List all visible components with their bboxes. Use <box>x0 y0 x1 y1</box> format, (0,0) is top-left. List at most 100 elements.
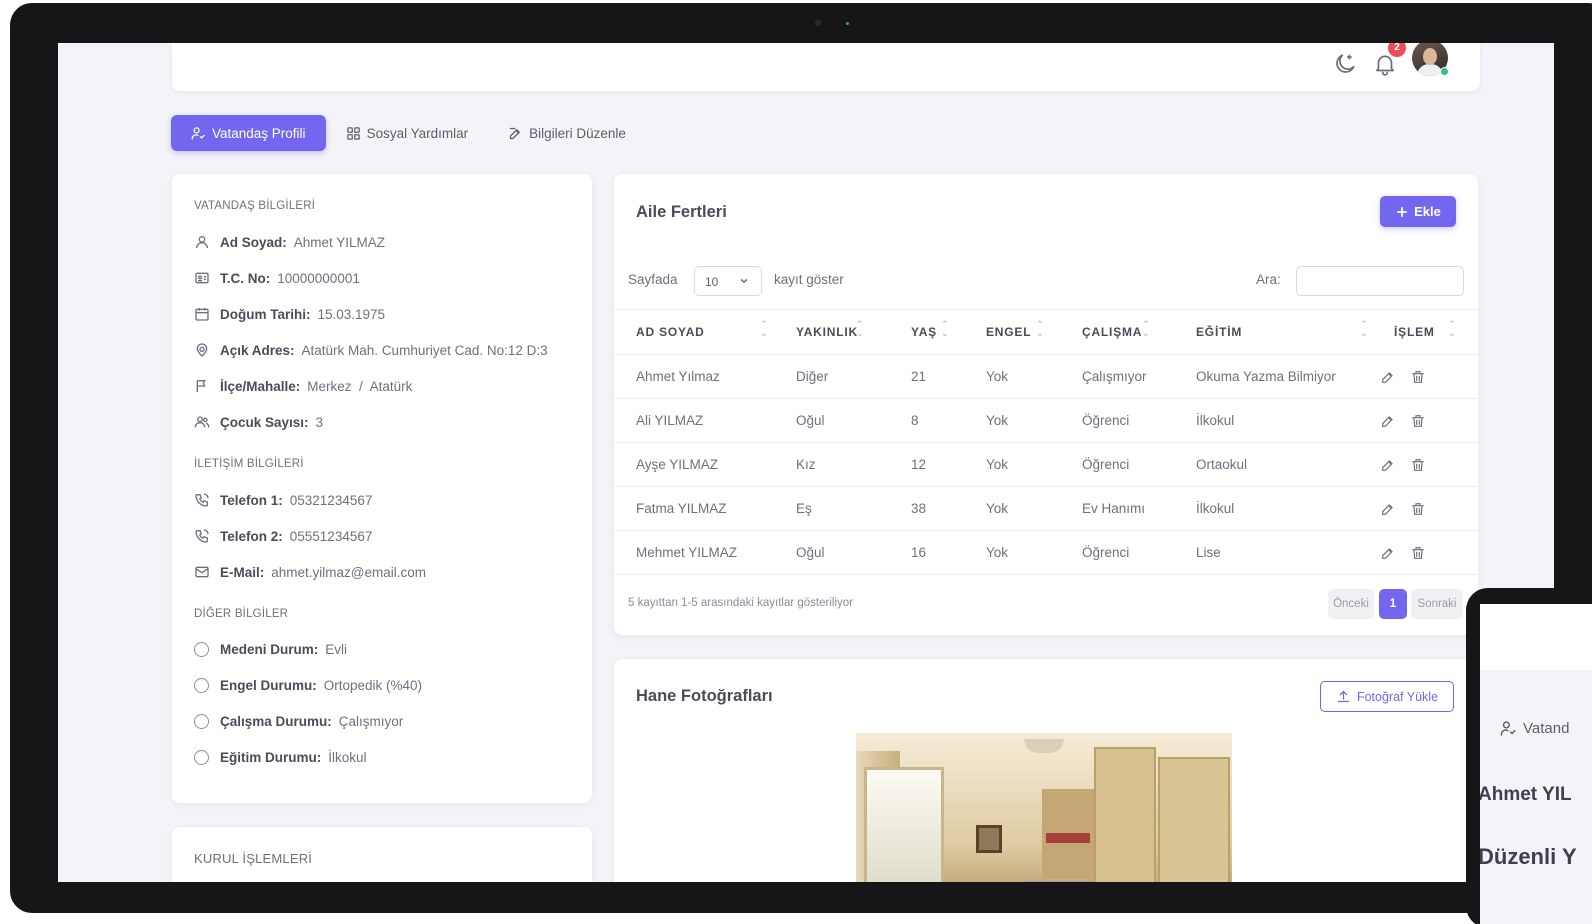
info-label: Açık Adres: <box>220 342 295 358</box>
info-label: Telefon 2: <box>220 528 283 544</box>
id-card-icon <box>195 272 209 284</box>
tablet-topbar <box>1480 604 1592 670</box>
trash-icon[interactable] <box>1410 369 1426 385</box>
tablet-tab[interactable]: Vatand <box>1500 720 1569 737</box>
prev-page-button[interactable]: Önceki <box>1328 589 1374 619</box>
household-photo[interactable] <box>856 733 1232 882</box>
trash-icon[interactable] <box>1410 457 1426 473</box>
cell-name: Mehmet YILMAZ <box>614 530 774 575</box>
column-header[interactable]: İŞLEM ⌃ ⌄ <box>1372 309 1478 355</box>
tablet-screen: Vatand Ahmet YIL Düzenli Y <box>1480 604 1592 924</box>
moon-icon[interactable] <box>1332 51 1358 77</box>
user-check-icon <box>191 126 205 140</box>
info-value: Çalışmıyor <box>338 714 404 729</box>
camera-led <box>846 22 849 25</box>
grid-icon <box>346 126 360 140</box>
trash-icon[interactable] <box>1410 501 1426 517</box>
tab-vatandas-profili[interactable]: Vatandaş Profili <box>171 115 326 151</box>
household-photos-card: Hane Fotoğrafları Fotoğraf Yükle <box>614 659 1478 882</box>
cell-disability: Yok <box>964 398 1060 443</box>
info-row-disability: Engel Durumu: Ortopedik (%40) <box>194 678 422 693</box>
section-title-other: DİĞER BİLGİLER <box>194 608 289 620</box>
tab-sosyal-yardimlar[interactable]: Sosyal Yardımlar <box>326 115 489 151</box>
cell-disability: Yok <box>964 530 1060 575</box>
trash-icon[interactable] <box>1410 413 1426 429</box>
info-label: Çalışma Durumu: <box>220 714 332 729</box>
edit-icon[interactable] <box>1380 545 1396 561</box>
section-title-kurul: KURUL İŞLEMLERİ <box>194 851 313 866</box>
table-row: Fatma YILMAZ Eş 38 Yok Ev Hanımı İlkokul <box>614 486 1478 531</box>
cell-work: Öğrenci <box>1060 442 1174 487</box>
cell-education: Okuma Yazma Bilmiyor <box>1174 354 1372 399</box>
per-page-select[interactable]: 10 <box>694 266 762 296</box>
info-row-birth: Doğum Tarihi: 15.03.1975 <box>194 306 385 322</box>
map-pin-icon <box>196 343 208 357</box>
column-header[interactable]: EĞİTİM ⌃ ⌄ <box>1174 309 1372 355</box>
table-row: Ahmet Yılmaz Diğer 21 Yok Çalışmıyor Oku… <box>614 354 1478 399</box>
table-header-row: AD SOYAD ⌃ ⌄ YAKINLIK ⌃ ⌄ YAŞ ⌃ ⌄ ENGEL ⌃ ⌄ ÇALI… <box>614 309 1478 355</box>
edit-icon[interactable] <box>1380 457 1396 473</box>
info-label: T.C. No: <box>220 270 271 286</box>
cell-work: Çalışmıyor <box>1060 354 1174 399</box>
info-row-phone1: Telefon 1: 05321234567 <box>194 492 372 508</box>
info-label: İlçe/Mahalle: <box>220 378 301 394</box>
plus-icon <box>1397 206 1408 217</box>
cell-education: İlkokul <box>1174 398 1372 443</box>
info-value: 15.03.1975 <box>317 306 386 322</box>
add-button-label: Ekle <box>1414 204 1441 219</box>
cell-education: Lise <box>1174 530 1372 575</box>
records-info: 5 kayıttan 1-5 arasındaki kayıtlar göste… <box>628 597 853 609</box>
tab-bilgileri-duzenle[interactable]: Bilgileri Düzenle <box>488 115 646 151</box>
table-controls: Sayfada 10 kayıt göster Ara: <box>628 266 1464 296</box>
info-label: Engel Durumu: <box>220 678 317 693</box>
info-value: 10000000001 <box>277 270 360 286</box>
info-row-district: İlçe/Mahalle: Merkez / Atatürk <box>194 378 412 394</box>
info-row-education: Eğitim Durumu: İlkokul <box>194 750 367 765</box>
info-value: Atatürk Mah. Cumhuriyet Cad. No:12 D:3 <box>301 342 548 358</box>
tablet-heading: Düzenli Y <box>1480 844 1577 869</box>
edit-icon[interactable] <box>1380 413 1396 429</box>
edit-icon[interactable] <box>1380 501 1396 517</box>
cell-work: Öğrenci <box>1060 530 1174 575</box>
cell-relation: Eş <box>774 486 889 531</box>
cell-name: Ahmet Yılmaz <box>614 354 774 399</box>
column-header[interactable]: AD SOYAD ⌃ ⌄ <box>614 309 774 355</box>
tab-label: Bilgileri Düzenle <box>529 125 626 141</box>
app-screen: 2 Vatandaş Profili Sosyal Yardımlar Bilg… <box>58 43 1554 882</box>
add-member-button[interactable]: Ekle <box>1380 196 1456 227</box>
cell-actions <box>1372 486 1478 531</box>
trash-icon[interactable] <box>1410 545 1426 561</box>
cell-education: İlkokul <box>1174 486 1372 531</box>
cell-disability: Yok <box>964 354 1060 399</box>
column-header[interactable]: YAKINLIK ⌃ ⌄ <box>774 309 889 355</box>
info-value: Ahmet YILMAZ <box>293 234 386 250</box>
cell-relation: Kız <box>774 442 889 487</box>
circle-icon <box>194 750 209 765</box>
info-row-tc: T.C. No: 10000000001 <box>194 270 360 286</box>
column-header[interactable]: ENGEL ⌃ ⌄ <box>964 309 1060 355</box>
tab-label: Sosyal Yardımlar <box>366 125 469 141</box>
cell-age: 16 <box>889 530 964 575</box>
cell-age: 38 <box>889 486 964 531</box>
column-header[interactable]: YAŞ ⌃ ⌄ <box>889 309 964 355</box>
cell-age: 8 <box>889 398 964 443</box>
section-title-contact: İLETİŞİM BİLGİLERİ <box>194 458 304 470</box>
search-input[interactable] <box>1296 266 1464 296</box>
info-label: Çocuk Sayısı: <box>220 414 309 430</box>
camera-icon <box>815 20 821 26</box>
info-row-email: E-Mail: ahmet.yilmaz@email.com <box>194 564 426 580</box>
chevron-down-icon <box>740 279 748 284</box>
info-row-name: Ad Soyad: Ahmet YILMAZ <box>194 234 385 250</box>
edit-icon[interactable] <box>1380 369 1396 385</box>
upload-photo-button[interactable]: Fotoğraf Yükle <box>1320 681 1454 712</box>
mail-icon <box>195 566 209 578</box>
cell-name: Ali YILMAZ <box>614 398 774 443</box>
page-1-button[interactable]: 1 <box>1379 589 1407 619</box>
info-label: Eğitim Durumu: <box>220 750 322 765</box>
phone-icon <box>195 529 209 543</box>
next-page-button[interactable]: Sonraki <box>1411 589 1463 619</box>
upload-button-label: Fotoğraf Yükle <box>1356 689 1439 704</box>
column-header[interactable]: ÇALIŞMA ⌃ ⌄ <box>1060 309 1174 355</box>
cell-actions <box>1372 354 1478 399</box>
circle-icon <box>194 714 209 729</box>
